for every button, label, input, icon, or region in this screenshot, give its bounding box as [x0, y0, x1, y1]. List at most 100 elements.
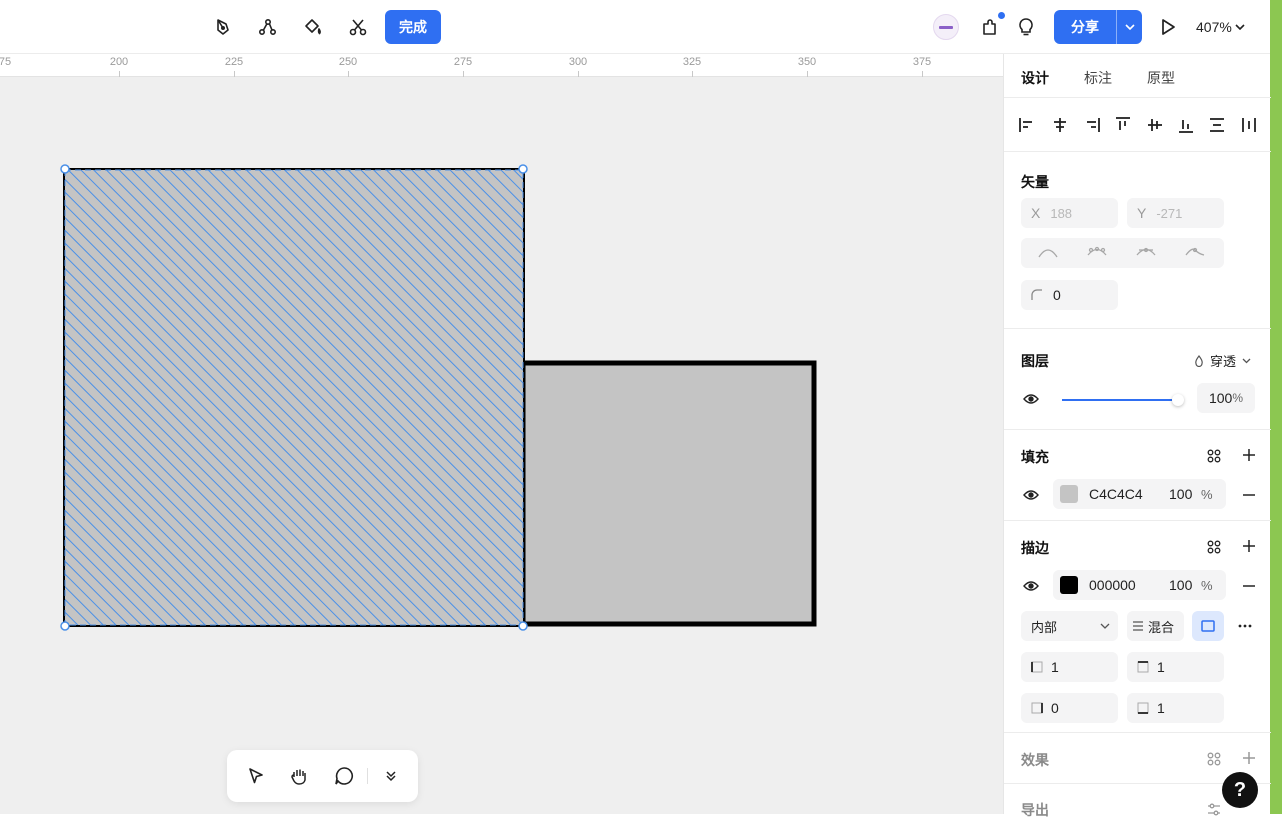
- opacity-slider[interactable]: [1062, 394, 1184, 406]
- scissors-icon[interactable]: [342, 12, 374, 42]
- share-button[interactable]: 分享: [1054, 10, 1142, 44]
- point-straight-icon[interactable]: [1037, 245, 1059, 259]
- opacity-slider-fill: [1062, 399, 1178, 401]
- ruler-tick: 225: [224, 56, 244, 68]
- corner-radius-value[interactable]: 0: [1053, 287, 1061, 303]
- add-fill-icon[interactable]: [1239, 445, 1259, 465]
- blend-mode-value[interactable]: 穿透: [1210, 351, 1236, 370]
- align-right-icon[interactable]: [1081, 114, 1103, 136]
- stroke-left-field[interactable]: 1: [1021, 652, 1118, 682]
- style-library-icon[interactable]: [1204, 446, 1224, 466]
- stroke-bottom-field[interactable]: 1: [1127, 693, 1224, 723]
- shape-segment[interactable]: [520, 360, 817, 627]
- stroke-bottom-value[interactable]: 1: [1157, 700, 1165, 716]
- fill-title: 填充: [1021, 449, 1049, 465]
- point-type-group: [1021, 238, 1224, 268]
- chevron-double-down-icon[interactable]: [375, 761, 407, 791]
- stroke-right-value[interactable]: 0: [1051, 700, 1059, 716]
- stroke-color-swatch[interactable]: [1060, 576, 1078, 594]
- y-field[interactable]: Y -271: [1127, 198, 1224, 228]
- stroke-sides-toggle[interactable]: [1192, 611, 1224, 641]
- style-library-icon[interactable]: [1204, 537, 1224, 557]
- point-mirrored-icon[interactable]: [1086, 245, 1108, 259]
- opacity-slider-knob[interactable]: [1172, 394, 1184, 406]
- divider: [367, 768, 368, 784]
- zoom-value[interactable]: 407%: [1196, 19, 1232, 35]
- help-button[interactable]: ?: [1222, 772, 1258, 808]
- bottom-toolbar: [227, 750, 418, 802]
- stroke-top-field[interactable]: 1: [1127, 652, 1224, 682]
- fill-color-swatch[interactable]: [1060, 485, 1078, 503]
- ruler-tick: 300: [568, 56, 588, 68]
- eye-icon[interactable]: [1021, 485, 1041, 505]
- align-left-icon[interactable]: [1016, 114, 1038, 136]
- resize-handle[interactable]: [60, 164, 70, 174]
- corner-radius-field[interactable]: 0: [1021, 280, 1118, 310]
- stroke-right-field[interactable]: 0: [1021, 693, 1118, 723]
- paint-bucket-icon[interactable]: [297, 12, 329, 42]
- tab-annotate[interactable]: 标注: [1084, 68, 1112, 88]
- move-pointer-icon[interactable]: [240, 761, 272, 791]
- opacity-field[interactable]: 100%: [1197, 383, 1255, 413]
- resize-handle[interactable]: [518, 621, 528, 631]
- fill-opacity[interactable]: 100: [1169, 486, 1201, 502]
- eye-icon[interactable]: [1021, 576, 1041, 596]
- done-button[interactable]: 完成: [385, 10, 441, 44]
- tab-design[interactable]: 设计: [1021, 68, 1049, 88]
- share-label[interactable]: 分享: [1054, 10, 1117, 44]
- align-vcenter-icon[interactable]: [1144, 114, 1166, 136]
- add-effect-icon[interactable]: [1239, 748, 1259, 768]
- fill-hex[interactable]: C4C4C4: [1089, 486, 1169, 502]
- distribute-vertical-icon[interactable]: [1206, 114, 1228, 136]
- pen-tool-icon[interactable]: [207, 12, 239, 42]
- ruler-tick: 275: [453, 56, 473, 68]
- point-asymmetric-icon[interactable]: [1135, 245, 1157, 259]
- vector-title: 矢量: [1021, 174, 1049, 190]
- design-canvas[interactable]: [0, 77, 1003, 814]
- lightbulb-icon[interactable]: [1010, 12, 1042, 42]
- x-value[interactable]: 188: [1050, 206, 1072, 221]
- resize-handle[interactable]: [60, 621, 70, 631]
- x-field[interactable]: X 188: [1021, 198, 1118, 228]
- stroke-mix-button[interactable]: 混合: [1127, 611, 1184, 641]
- stroke-hex[interactable]: 000000: [1089, 577, 1169, 593]
- point-disconnected-icon[interactable]: [1184, 245, 1206, 259]
- play-icon[interactable]: [1152, 12, 1184, 42]
- eye-icon[interactable]: [1021, 389, 1041, 409]
- layer-title: 图层: [1021, 353, 1049, 369]
- stroke-bottom-icon: [1137, 702, 1149, 714]
- resize-handle[interactable]: [518, 164, 528, 174]
- stroke-mix-label[interactable]: 混合: [1148, 617, 1174, 636]
- stroke-sides-icon: [1201, 620, 1215, 632]
- align-hcenter-icon[interactable]: [1049, 114, 1071, 136]
- stroke-left-value[interactable]: 1: [1051, 659, 1059, 675]
- stroke-color-field[interactable]: 000000 100 %: [1053, 570, 1226, 600]
- more-options-icon[interactable]: [1235, 616, 1255, 636]
- opacity-value[interactable]: 100: [1209, 390, 1232, 406]
- blend-mode-dropdown[interactable]: 穿透: [1194, 351, 1251, 370]
- y-value[interactable]: -271: [1156, 206, 1182, 221]
- distribute-horizontal-icon[interactable]: [1238, 114, 1260, 136]
- remove-stroke-icon[interactable]: [1239, 576, 1259, 596]
- user-avatar[interactable]: [933, 14, 959, 40]
- align-bottom-icon[interactable]: [1175, 114, 1197, 136]
- chevron-down-icon[interactable]: [1117, 10, 1142, 44]
- ruler-tick: 250: [338, 56, 358, 68]
- bend-tool-icon[interactable]: [252, 12, 284, 42]
- hand-icon[interactable]: [283, 761, 315, 791]
- stroke-opacity[interactable]: 100: [1169, 577, 1201, 593]
- add-stroke-icon[interactable]: [1239, 536, 1259, 556]
- fill-opacity-unit: %: [1201, 486, 1213, 502]
- vector-shape[interactable]: [0, 77, 1003, 814]
- stroke-top-value[interactable]: 1: [1157, 659, 1165, 675]
- fill-color-field[interactable]: C4C4C4 100 %: [1053, 479, 1226, 509]
- stroke-position-dropdown[interactable]: 内部: [1021, 611, 1118, 641]
- stroke-position-value[interactable]: 内部: [1031, 617, 1057, 636]
- comment-icon[interactable]: [328, 761, 360, 791]
- settings-sliders-icon[interactable]: [1204, 800, 1224, 820]
- align-top-icon[interactable]: [1112, 114, 1134, 136]
- tab-prototype[interactable]: 原型: [1147, 68, 1175, 88]
- remove-fill-icon[interactable]: [1239, 485, 1259, 505]
- style-library-icon[interactable]: [1204, 749, 1224, 769]
- zoom-dropdown[interactable]: 407%: [1196, 16, 1245, 38]
